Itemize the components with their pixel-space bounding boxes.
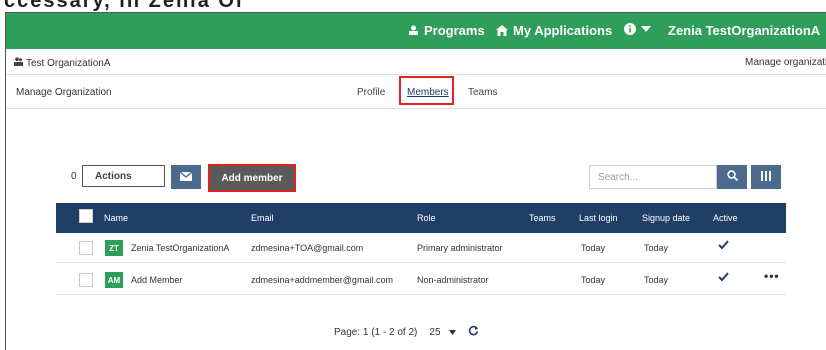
avatar: ZT bbox=[105, 240, 123, 256]
row-checkbox[interactable] bbox=[79, 273, 93, 287]
page-size-value: 25 bbox=[429, 326, 441, 338]
home-icon bbox=[496, 25, 508, 36]
tab-profile[interactable]: Profile bbox=[357, 87, 385, 98]
nav-programs[interactable]: Programs bbox=[408, 23, 485, 38]
cropped-caption-text: ccessary, in Zenia Ol bbox=[4, 0, 244, 12]
search-input[interactable]: Search... bbox=[589, 165, 717, 189]
page-title: Manage Organization bbox=[16, 87, 112, 98]
col-role[interactable]: Role bbox=[417, 213, 436, 223]
envelope-icon bbox=[179, 168, 193, 186]
app-window: Programs My Applications Zenia TestOrgan… bbox=[5, 12, 826, 350]
col-email[interactable]: Email bbox=[251, 213, 274, 223]
col-active[interactable]: Active bbox=[713, 213, 738, 223]
member-last-login: Today bbox=[581, 243, 606, 253]
col-signup-date[interactable]: Signup date bbox=[642, 213, 690, 223]
member-last-login: Today bbox=[581, 275, 606, 285]
actions-dropdown[interactable]: Actions bbox=[82, 165, 165, 187]
columns-button[interactable] bbox=[751, 165, 781, 189]
organization-bar: Test OrganizationA Manage organizati bbox=[6, 49, 826, 75]
columns-icon bbox=[761, 168, 771, 186]
nav-my-applications-label: My Applications bbox=[513, 23, 613, 38]
nav-programs-label: Programs bbox=[424, 23, 485, 38]
refresh-icon[interactable] bbox=[468, 325, 479, 339]
pagination: Page: 1 (1 - 2 of 2) 25 bbox=[334, 325, 479, 339]
search-button[interactable] bbox=[717, 165, 747, 189]
member-role: Non-administrator bbox=[417, 275, 489, 285]
select-all-checkbox[interactable] bbox=[79, 209, 93, 223]
member-name[interactable]: Zenia TestOrganizationA bbox=[131, 243, 229, 253]
row-checkbox[interactable] bbox=[79, 241, 93, 255]
user-name: Zenia TestOrganizationA bbox=[668, 23, 821, 38]
col-last-login[interactable]: Last login bbox=[579, 213, 618, 223]
programs-icon bbox=[408, 25, 419, 36]
members-highlight bbox=[399, 76, 454, 105]
add-member-button[interactable]: Add member bbox=[208, 164, 296, 192]
email-button[interactable] bbox=[171, 165, 201, 189]
avatar: AM bbox=[105, 272, 123, 288]
organization-icon bbox=[14, 57, 23, 69]
members-table-header: Name Email Role Teams Last login Signup … bbox=[56, 203, 786, 233]
selected-count: 0 bbox=[71, 171, 77, 182]
manage-organization-bar: Manage Organization Profile Members Team… bbox=[6, 75, 826, 109]
checkmark-icon bbox=[718, 272, 729, 284]
organization-name: Test OrganizationA bbox=[14, 57, 111, 69]
row-more-menu[interactable]: ••• bbox=[764, 269, 780, 283]
page-info: Page: 1 (1 - 2 of 2) bbox=[334, 326, 418, 338]
checkmark-icon bbox=[718, 240, 729, 252]
member-email: zdmesina+TOA@gmail.com bbox=[251, 243, 364, 253]
member-email: zdmesina+addmember@gmail.com bbox=[251, 275, 393, 285]
member-role: Primary administrator bbox=[417, 243, 503, 253]
col-teams[interactable]: Teams bbox=[529, 213, 556, 223]
table-row[interactable]: ZT Zenia TestOrganizationA zdmesina+TOA@… bbox=[56, 233, 786, 263]
search-icon bbox=[726, 168, 738, 186]
member-signup-date: Today bbox=[644, 243, 669, 253]
member-signup-date: Today bbox=[644, 275, 669, 285]
top-navbar: Programs My Applications Zenia TestOrgan… bbox=[6, 13, 826, 49]
info-icon bbox=[624, 23, 636, 35]
nav-my-applications[interactable]: My Applications bbox=[496, 23, 612, 38]
page-size-select[interactable]: 25 bbox=[429, 326, 456, 338]
manage-organization-link[interactable]: Manage organizati bbox=[745, 57, 826, 68]
organization-name-label: Test OrganizationA bbox=[26, 57, 111, 69]
help-menu[interactable] bbox=[624, 23, 651, 35]
chevron-down-icon bbox=[448, 327, 456, 338]
tab-teams[interactable]: Teams bbox=[468, 87, 497, 98]
col-name[interactable]: Name bbox=[104, 213, 128, 223]
table-row[interactable]: AM Add Member zdmesina+addmember@gmail.c… bbox=[56, 265, 786, 295]
cropped-caption: ccessary, in Zenia Ol bbox=[0, 0, 826, 12]
user-menu[interactable]: Zenia TestOrganizationA bbox=[668, 23, 820, 38]
chevron-down-icon bbox=[641, 25, 651, 33]
actions-label: Actions bbox=[95, 170, 132, 182]
member-name[interactable]: Add Member bbox=[131, 275, 183, 285]
